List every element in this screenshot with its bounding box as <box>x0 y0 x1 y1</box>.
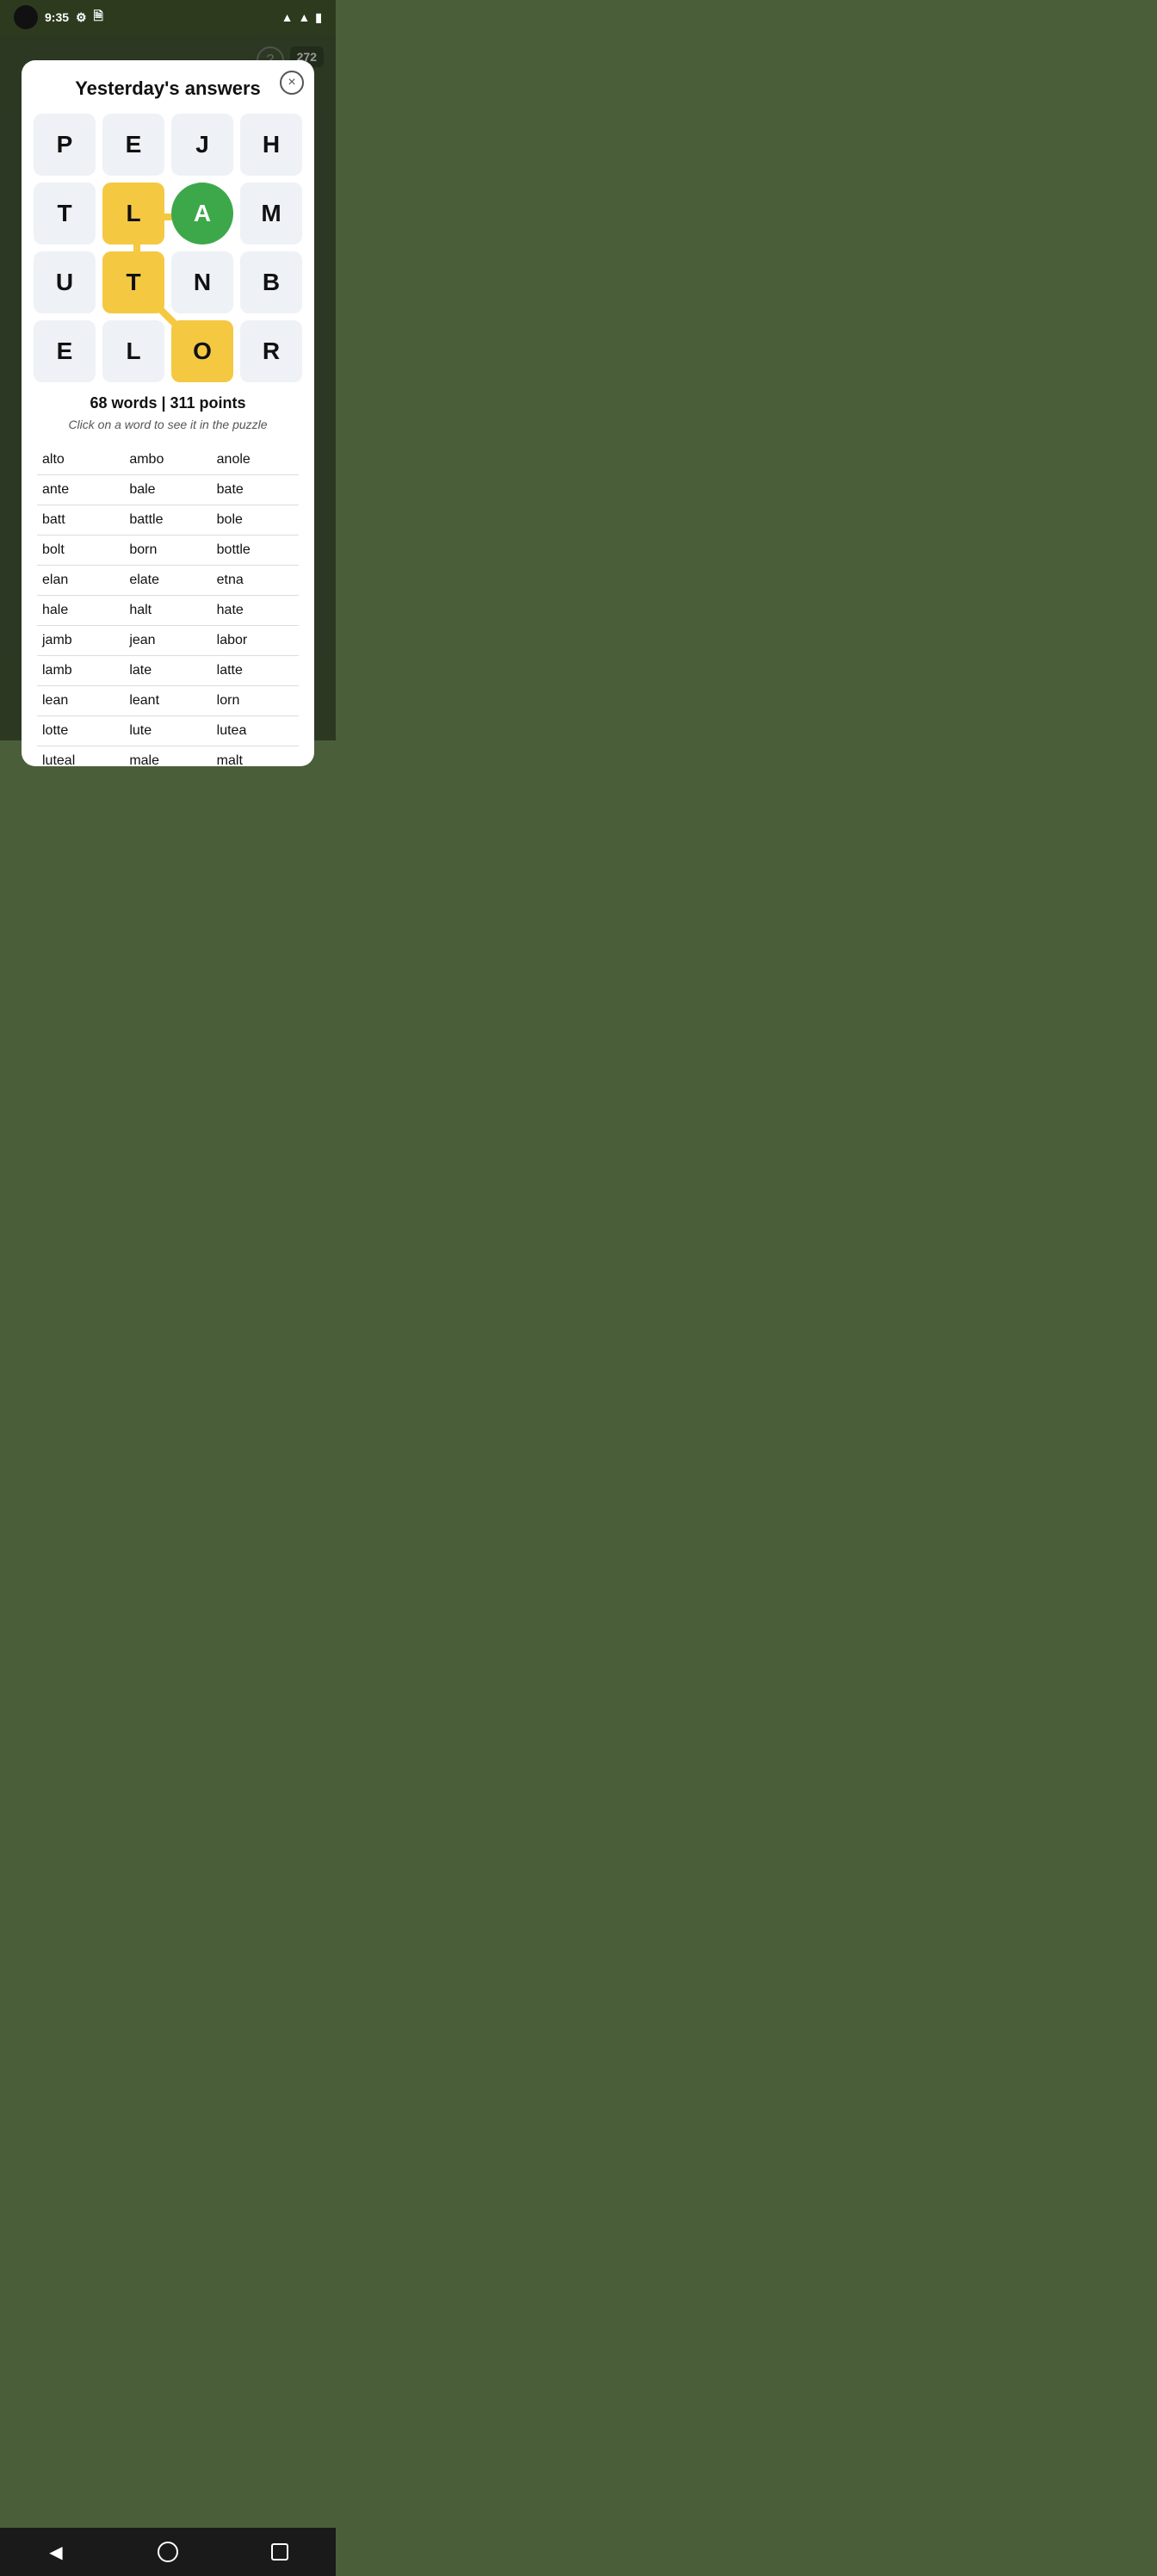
word-item[interactable]: bate <box>212 475 299 505</box>
recent-icon <box>271 2543 288 2561</box>
grid-cell-L2[interactable]: L <box>102 320 164 382</box>
status-bar: 9:35 ⚙ 🗎 ▲ ▲ ▮ <box>0 0 336 34</box>
grid-cell-T2[interactable]: T <box>102 251 164 313</box>
grid-cell-N[interactable]: N <box>171 251 233 313</box>
modal-close-button[interactable]: × <box>280 71 304 95</box>
word-item[interactable]: lamb <box>37 656 124 686</box>
word-item[interactable]: elate <box>124 566 211 596</box>
word-item[interactable]: bolt <box>37 536 124 566</box>
word-item[interactable]: jean <box>124 626 211 656</box>
word-item[interactable]: halt <box>124 596 211 626</box>
word-item[interactable]: lutea <box>212 716 299 746</box>
grid-cell-J[interactable]: J <box>171 114 233 176</box>
answers-modal: × Yesterday's answers <box>22 60 314 766</box>
word-item[interactable]: labor <box>212 626 299 656</box>
grid-cell-O[interactable]: O <box>171 320 233 382</box>
grid-cell-E[interactable]: E <box>102 114 164 176</box>
status-right: ▲ ▲ ▮ <box>282 10 322 25</box>
status-settings-icon: ⚙ <box>76 10 87 25</box>
word-item[interactable]: battle <box>124 505 211 536</box>
word-item[interactable]: luteal <box>37 746 124 766</box>
status-screenshot-icon: 🗎 <box>94 7 103 28</box>
word-item[interactable]: latte <box>212 656 299 686</box>
word-item[interactable]: lorn <box>212 686 299 716</box>
word-item[interactable]: born <box>124 536 211 566</box>
home-icon <box>158 2542 178 2562</box>
status-time: 9:35 <box>45 10 69 24</box>
modal-stats: 68 words | 311 points <box>37 394 299 412</box>
grid-cell-A[interactable]: A <box>171 183 233 245</box>
word-item[interactable]: ambo <box>124 445 211 475</box>
word-item[interactable]: alto <box>37 445 124 475</box>
modal-hint: Click on a word to see it in the puzzle <box>37 418 299 431</box>
word-item[interactable]: hale <box>37 596 124 626</box>
word-item[interactable]: elan <box>37 566 124 596</box>
word-item[interactable]: batt <box>37 505 124 536</box>
word-item[interactable]: late <box>124 656 211 686</box>
nav-bar: ◀ <box>0 2528 336 2576</box>
battery-icon: ▮ <box>315 10 322 25</box>
grid-cell-E2[interactable]: E <box>34 320 96 382</box>
signal-icon: ▲ <box>298 10 310 24</box>
grid-cell-H[interactable]: H <box>240 114 302 176</box>
modal-title: Yesterday's answers <box>37 77 299 100</box>
letter-grid: P E J H T L A M U T N B E L O R <box>37 114 299 382</box>
nav-back-button[interactable]: ◀ <box>39 2535 73 2569</box>
word-item[interactable]: hate <box>212 596 299 626</box>
back-icon: ◀ <box>49 2542 62 2563</box>
word-item[interactable]: lean <box>37 686 124 716</box>
word-item[interactable]: jamb <box>37 626 124 656</box>
word-item[interactable]: etna <box>212 566 299 596</box>
word-item[interactable]: lute <box>124 716 211 746</box>
word-item[interactable]: malt <box>212 746 299 766</box>
nav-recent-button[interactable] <box>263 2535 297 2569</box>
wifi-icon: ▲ <box>282 10 294 24</box>
grid-cell-M[interactable]: M <box>240 183 302 245</box>
word-item[interactable]: lotte <box>37 716 124 746</box>
word-item[interactable]: ante <box>37 475 124 505</box>
word-item[interactable]: anole <box>212 445 299 475</box>
word-item[interactable]: leant <box>124 686 211 716</box>
grid-cell-B[interactable]: B <box>240 251 302 313</box>
status-circle <box>14 5 38 29</box>
modal-overlay: × Yesterday's answers <box>0 34 336 740</box>
word-item[interactable]: bale <box>124 475 211 505</box>
word-list: altoamboanoleantebalebatebattbattleboleb… <box>37 445 299 766</box>
word-item[interactable]: male <box>124 746 211 766</box>
grid-cell-P[interactable]: P <box>34 114 96 176</box>
grid-cell-T1[interactable]: T <box>34 183 96 245</box>
word-item[interactable]: bottle <box>212 536 299 566</box>
word-item[interactable]: bole <box>212 505 299 536</box>
status-left: 9:35 ⚙ 🗎 <box>14 5 103 29</box>
close-icon: × <box>288 75 295 90</box>
app-background: ? 272 × Yesterday's answers <box>0 34 336 740</box>
nav-home-button[interactable] <box>151 2535 185 2569</box>
grid-cell-L1[interactable]: L <box>102 183 164 245</box>
grid-cell-R[interactable]: R <box>240 320 302 382</box>
grid-cell-U[interactable]: U <box>34 251 96 313</box>
